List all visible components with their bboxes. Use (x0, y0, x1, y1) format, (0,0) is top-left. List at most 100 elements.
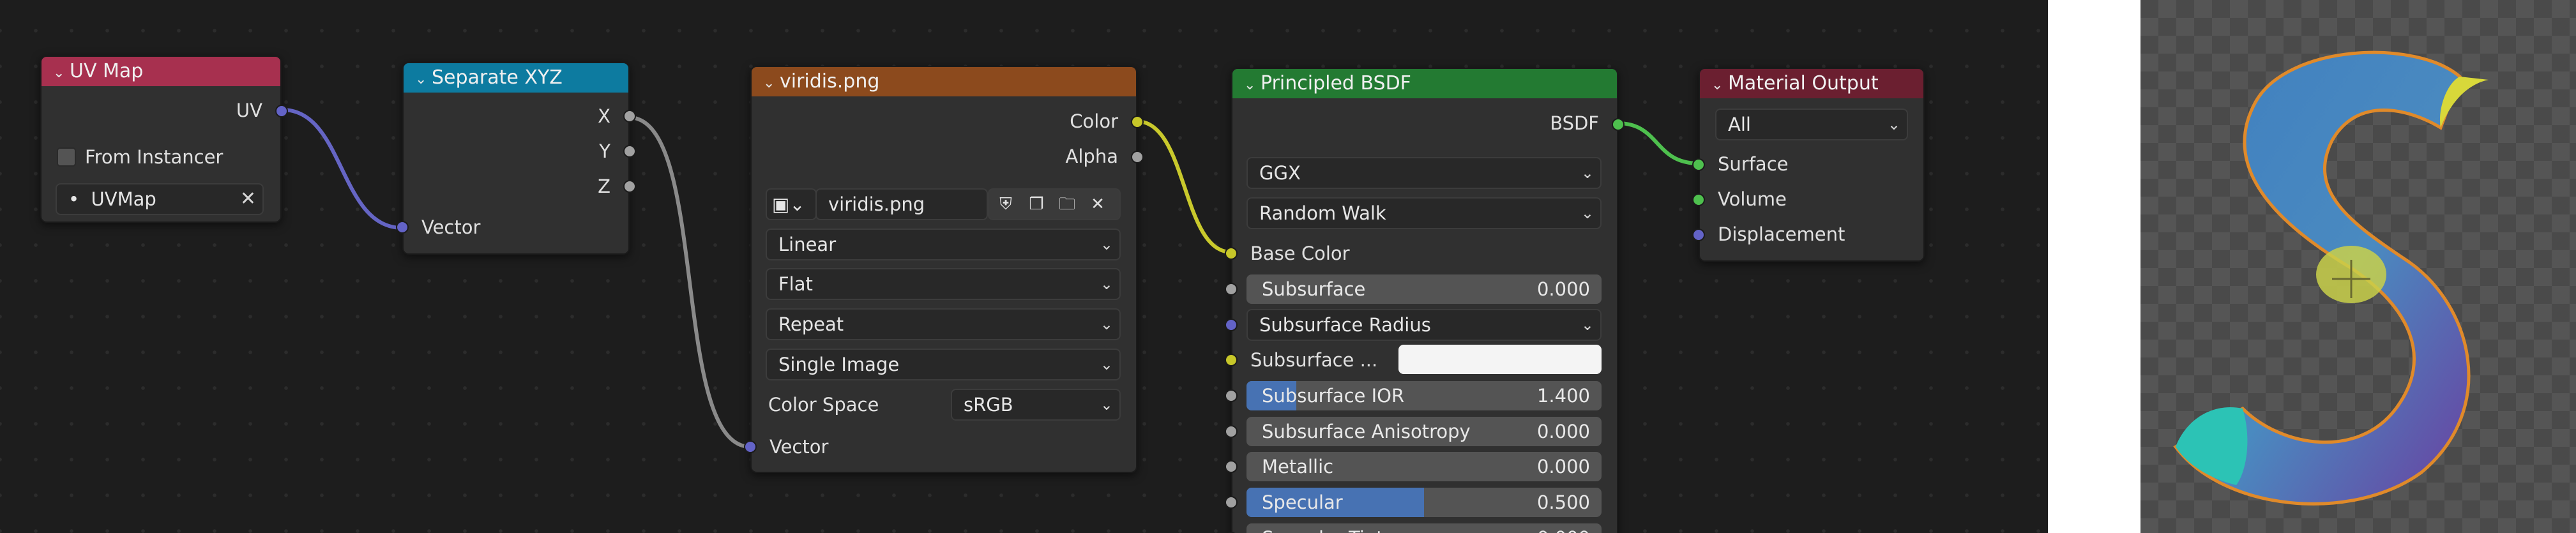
x-output-label: X (598, 105, 610, 127)
chevron-down-icon[interactable]: ⌄ (1711, 71, 1728, 100)
subsurface-socket[interactable] (1225, 283, 1238, 296)
chevron-down-icon: ⌄ (1100, 275, 1113, 293)
image-actions: ⛨ ❐ 🗀 ✕ (988, 188, 1121, 220)
color-output-socket[interactable] (1131, 116, 1144, 128)
base-color-socket[interactable] (1225, 247, 1238, 260)
node-editor[interactable]: ⌄ UV Map UV From Instancer • UVMap ✕ ⌄ Sep… (0, 0, 2048, 533)
uv-map-header[interactable]: ⌄ UV Map (42, 57, 280, 86)
volume-input-socket[interactable] (1692, 193, 1705, 206)
specular-tint-value: 0.000 (1537, 523, 1590, 533)
image-name-value: viridis.png (828, 193, 925, 215)
y-output-socket[interactable] (623, 145, 636, 158)
metallic-socket[interactable] (1225, 460, 1238, 473)
chevron-down-icon[interactable]: ⌄ (763, 69, 780, 98)
subsurface-value: 0.000 (1536, 278, 1590, 300)
subsurface-ior-socket[interactable] (1225, 389, 1238, 402)
subsurface-slider[interactable]: Subsurface 0.000 (1246, 274, 1602, 304)
color-output-label: Color (1070, 110, 1118, 132)
uv-output-label: UV (236, 100, 262, 121)
specular-tint-slider[interactable]: Specular Tint 0.000 (1246, 523, 1602, 533)
duplicate-icon[interactable]: ❐ (1024, 191, 1049, 217)
subsurface-radius-dropdown[interactable]: Subsurface Radius ⌄ (1246, 309, 1602, 341)
projection-dropdown[interactable]: Flat ⌄ (766, 268, 1121, 300)
specular-socket[interactable] (1225, 496, 1238, 509)
image-icon: ▣⌄ (772, 193, 805, 215)
image-browse-button[interactable]: ▣⌄ (766, 188, 817, 220)
chevron-down-icon: ⌄ (1580, 316, 1594, 334)
subsurface-anisotropy-slider[interactable]: Subsurface Anisotropy 0.000 (1246, 417, 1602, 446)
x-output-socket[interactable] (623, 110, 636, 123)
target-value: All (1728, 114, 1751, 135)
chevron-down-icon: ⌄ (1887, 116, 1900, 133)
alpha-output-socket[interactable] (1131, 151, 1144, 163)
viewport-preview[interactable] (2140, 0, 2576, 533)
subsurface-anisotropy-socket[interactable] (1225, 425, 1238, 438)
chevron-down-icon: ⌄ (1580, 164, 1594, 182)
subsurface-ior-value: 1.400 (1536, 385, 1590, 407)
subsurface-ior-label: Subsurface IOR (1262, 385, 1405, 407)
color-space-label: Color Space (768, 394, 879, 416)
subsurface-color-label: Subsurface ... (1250, 349, 1378, 371)
from-instancer-checkbox[interactable] (57, 147, 76, 167)
color-space-value: sRGB (964, 394, 1013, 416)
s-shape-render (2173, 50, 2489, 506)
surface-input-socket[interactable] (1692, 158, 1705, 171)
interpolation-dropdown[interactable]: Linear ⌄ (766, 229, 1121, 260)
displacement-input-socket[interactable] (1692, 229, 1705, 241)
subsurface-ior-slider[interactable]: Subsurface IOR 1.400 (1246, 381, 1602, 410)
unlink-close-icon[interactable]: ✕ (1085, 191, 1110, 217)
vector-input-socket[interactable] (744, 440, 757, 453)
fake-user-shield-icon[interactable]: ⛨ (993, 191, 1019, 217)
image-name-field[interactable]: viridis.png (815, 188, 988, 220)
metallic-slider[interactable]: Metallic 0.000 (1246, 452, 1602, 481)
separate-xyz-node[interactable]: ⌄ Separate XYZ X Y Z Vector (396, 62, 636, 255)
link-color-to-basecolor (1136, 119, 1232, 254)
separate-xyz-title: Separate XYZ (432, 66, 563, 89)
uvmap-field[interactable]: • UVMap ✕ (56, 183, 264, 215)
source-dropdown[interactable]: Single Image ⌄ (766, 349, 1121, 380)
separate-xyz-header[interactable]: ⌄ Separate XYZ (404, 63, 628, 93)
folder-icon[interactable]: 🗀 (1054, 191, 1080, 217)
target-dropdown[interactable]: All ⌄ (1715, 109, 1908, 140)
distribution-dropdown[interactable]: GGX ⌄ (1246, 157, 1602, 189)
link-bsdf-to-surface (1617, 121, 1699, 165)
z-output-socket[interactable] (623, 180, 636, 193)
teal-patch-bottom (2176, 407, 2248, 485)
uv-output-socket[interactable] (275, 105, 288, 117)
close-icon[interactable]: ✕ (240, 184, 256, 214)
specular-value: 0.500 (1536, 492, 1590, 513)
uv-map-title: UV Map (70, 60, 144, 82)
subsurface-label: Subsurface (1262, 278, 1366, 300)
subsurface-color-swatch[interactable] (1398, 345, 1602, 374)
subsurface-method-value: Random Walk (1259, 202, 1386, 224)
uv-map-node[interactable]: ⌄ UV Map UV From Instancer • UVMap ✕ (40, 56, 288, 223)
chevron-down-icon[interactable]: ⌄ (1244, 71, 1261, 100)
specular-tint-label: Specular Tint (1262, 523, 1384, 533)
subsurface-radius-socket[interactable] (1225, 319, 1238, 331)
surface-input-label: Surface (1718, 153, 1789, 175)
extension-dropdown[interactable]: Repeat ⌄ (766, 308, 1121, 340)
image-texture-node[interactable]: ⌄ viridis.png Color Alpha ▣⌄ viridis.png … (744, 66, 1144, 473)
material-output-title: Material Output (1728, 72, 1879, 94)
chevron-down-icon[interactable]: ⌄ (53, 59, 70, 88)
vector-input-socket[interactable] (396, 221, 409, 234)
bsdf-output-socket[interactable] (1612, 118, 1625, 131)
specular-slider[interactable]: Specular 0.500 (1246, 488, 1602, 517)
image-texture-header[interactable]: ⌄ viridis.png (752, 67, 1136, 96)
color-space-dropdown[interactable]: sRGB ⌄ (951, 389, 1121, 421)
projection-value: Flat (778, 273, 813, 295)
principled-bsdf-header[interactable]: ⌄ Principled BSDF (1232, 69, 1617, 98)
chevron-down-icon: ⌄ (1580, 204, 1594, 222)
subsurface-color-socket[interactable] (1225, 354, 1238, 366)
subsurface-anisotropy-label: Subsurface Anisotropy (1262, 421, 1471, 442)
material-output-node[interactable]: ⌄ Material Output All ⌄ Surface Volume Dis… (1692, 68, 1925, 262)
material-output-header[interactable]: ⌄ Material Output (1700, 69, 1923, 98)
subsurface-method-dropdown[interactable]: Random Walk ⌄ (1246, 197, 1602, 229)
y-output-label: Y (599, 140, 610, 162)
principled-bsdf-node[interactable]: ⌄ Principled BSDF BSDF GGX ⌄ Random Walk ⌄ … (1225, 68, 1625, 533)
chevron-down-icon[interactable]: ⌄ (415, 65, 432, 94)
subsurface-anisotropy-value: 0.000 (1536, 421, 1590, 442)
metallic-label: Metallic (1262, 456, 1334, 477)
uvmap-value: UVMap (91, 188, 156, 210)
metallic-value: 0.000 (1536, 456, 1590, 477)
